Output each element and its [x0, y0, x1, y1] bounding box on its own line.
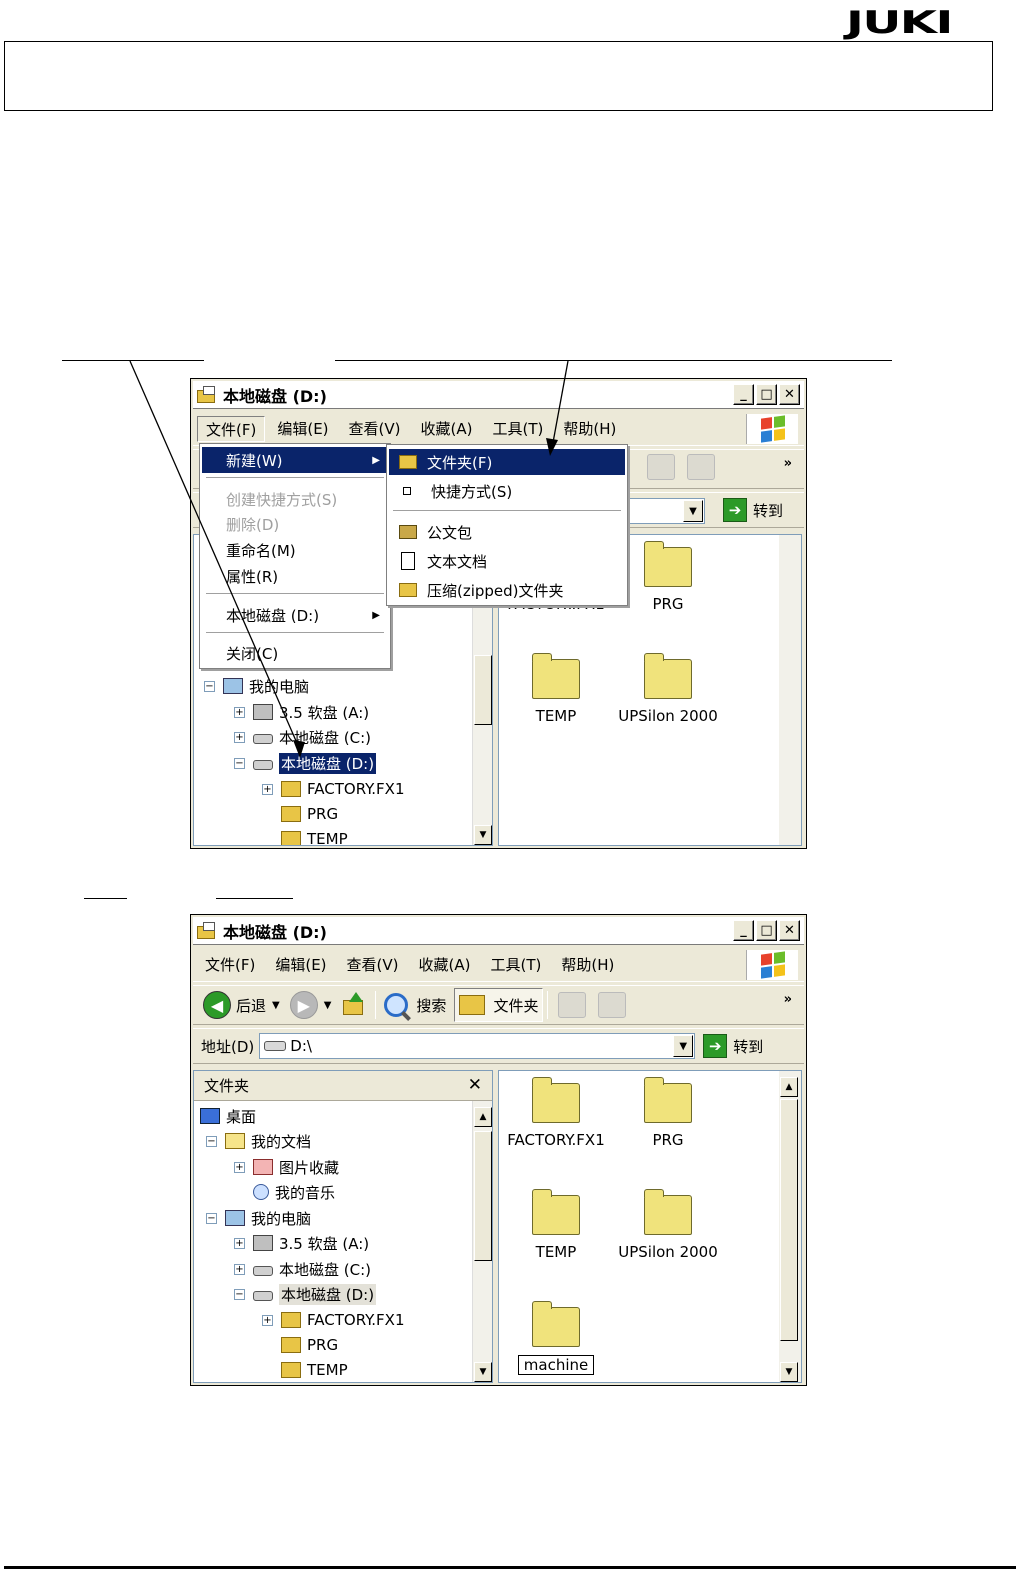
windows-logo-icon [746, 950, 798, 980]
back-arrow-icon: ◀ [203, 991, 231, 1019]
folder-icon [281, 1362, 301, 1378]
folder-icon [644, 1077, 692, 1123]
address-value: D:\ [290, 1037, 312, 1055]
file-item-prg[interactable]: PRG [613, 1077, 723, 1149]
folder-pane-header: 文件夹 ✕ [194, 1071, 492, 1101]
drive-icon [253, 1290, 273, 1301]
tree-node-temp[interactable]: TEMP [281, 1359, 348, 1381]
folder-window-icon [197, 921, 219, 940]
forward-dropdown-icon[interactable]: ▼ [324, 1000, 332, 1011]
desktop-icon [200, 1108, 220, 1124]
menu-file[interactable]: 文件(F) [197, 952, 263, 978]
maximize-button[interactable]: □ [756, 920, 777, 941]
tree-node-my-pictures[interactable]: + 图片收藏 [234, 1156, 339, 1178]
folder-icon [532, 1189, 580, 1235]
folder-icon [281, 1337, 301, 1353]
search-button[interactable]: 搜索 [380, 988, 450, 1022]
folder-tree: 桌面 − 我的文档 + 图片收藏 我的音乐 − 我的电脑 +3.5 软盘 (A:) +… [194, 1101, 472, 1382]
file-item-upsilon[interactable]: UPSilon 2000 [613, 1189, 723, 1261]
menu-help[interactable]: 帮助(H) [553, 952, 622, 978]
rename-input[interactable]: machine [517, 1355, 595, 1375]
tree-node-drive-d[interactable]: − 本地磁盘 (D:) [234, 1283, 377, 1305]
drive-icon [253, 1265, 273, 1276]
explorer-window-new-folder: 本地磁盘 (D:) _ □ ✕ 文件(F) 编辑(E) 查看(V) 收藏(A) … [190, 914, 807, 1386]
title-bar: 本地磁盘 (D:) _ □ ✕ [193, 917, 804, 945]
tree-scrollbar[interactable]: ▲ ▼ [472, 1101, 492, 1382]
menu-tools[interactable]: 工具(T) [482, 952, 549, 978]
go-button[interactable]: ➔ 转到 [703, 1034, 763, 1058]
tree-node-my-computer[interactable]: − 我的电脑 [206, 1207, 311, 1229]
file-list-scrollbar[interactable]: ▲ ▼ [779, 1071, 801, 1382]
address-label: 地址(D) [201, 1037, 255, 1056]
back-button[interactable]: ◀ 后退 ▼ [199, 988, 284, 1022]
folder-icon [644, 1189, 692, 1235]
tree-node-prg[interactable]: PRG [281, 1334, 338, 1356]
toolbar: ◀ 后退 ▼ ▶ ▼ 搜索 文件夹 » [193, 985, 804, 1025]
folder-tree-pane: 文件夹 ✕ 桌面 − 我的文档 + 图片收藏 我的音乐 − 我的电脑 +3.5 软盘 … [193, 1070, 493, 1383]
minimize-button[interactable]: _ [733, 920, 754, 941]
drive-icon [264, 1041, 287, 1051]
documents-icon [225, 1133, 245, 1149]
tree-node-floppy[interactable]: +3.5 软盘 (A:) [234, 1232, 369, 1254]
scroll-up-button[interactable]: ▲ [780, 1077, 798, 1097]
file-item-factory[interactable]: FACTORY.FX1 [501, 1077, 611, 1149]
file-list-pane: FACTORY.FX1 PRG TEMP UPSilon 2000 machin… [498, 1070, 802, 1383]
file-item-temp[interactable]: TEMP [501, 1189, 611, 1261]
up-button[interactable] [337, 988, 371, 1022]
folder-icon [281, 1312, 301, 1328]
window-title: 本地磁盘 (D:) [223, 922, 327, 942]
go-label: 转到 [733, 1037, 764, 1056]
search-icon [384, 993, 409, 1017]
copy-to-icon[interactable] [598, 992, 627, 1018]
forward-arrow-icon: ▶ [289, 991, 318, 1019]
scroll-up-button[interactable]: ▲ [474, 1107, 492, 1127]
folder-icon [532, 1077, 580, 1123]
address-dropdown-button[interactable]: ▼ [673, 1035, 694, 1057]
menu-bar: 文件(F) 编辑(E) 查看(V) 收藏(A) 工具(T) 帮助(H) [193, 948, 804, 982]
file-item-new-folder[interactable]: machine [501, 1301, 611, 1375]
floppy-drive-icon [253, 1235, 273, 1251]
toolbar-overflow-icon[interactable]: » [784, 992, 792, 1007]
folder-icon [532, 1301, 580, 1347]
move-to-icon[interactable] [558, 992, 587, 1018]
forward-button[interactable]: ▶ ▼ [286, 988, 336, 1022]
scroll-down-button[interactable]: ▼ [780, 1362, 798, 1382]
folder-pane-title: 文件夹 [204, 1077, 250, 1095]
tree-node-desktop[interactable]: 桌面 [200, 1105, 256, 1127]
tree-node-my-music[interactable]: 我的音乐 [253, 1181, 335, 1203]
go-arrow-icon: ➔ [703, 1034, 728, 1058]
address-bar: 地址(D) D:\ ▼ ➔ 转到 [193, 1028, 804, 1064]
tree-node-my-documents[interactable]: − 我的文档 [206, 1130, 311, 1152]
computer-icon [225, 1210, 245, 1226]
close-pane-icon[interactable]: ✕ [468, 1075, 482, 1095]
file-scroll-thumb[interactable] [780, 1099, 798, 1341]
up-folder-icon [341, 992, 367, 1018]
address-input[interactable]: D:\ ▼ [259, 1033, 696, 1059]
pictures-icon [253, 1159, 273, 1175]
tree-scroll-thumb[interactable] [474, 1131, 492, 1261]
tree-node-factory[interactable]: + FACTORY.FX1 [262, 1309, 405, 1331]
close-button[interactable]: ✕ [779, 920, 800, 941]
menu-edit[interactable]: 编辑(E) [267, 952, 334, 978]
scroll-down-button[interactable]: ▼ [474, 1362, 492, 1382]
folders-icon [459, 995, 486, 1015]
folders-button[interactable]: 文件夹 [454, 988, 544, 1022]
music-icon [253, 1184, 269, 1200]
menu-view[interactable]: 查看(V) [339, 952, 407, 978]
back-dropdown-icon[interactable]: ▼ [272, 1000, 280, 1011]
tree-node-drive-c[interactable]: + 本地磁盘 (C:) [234, 1258, 371, 1280]
menu-favorites[interactable]: 收藏(A) [411, 952, 479, 978]
